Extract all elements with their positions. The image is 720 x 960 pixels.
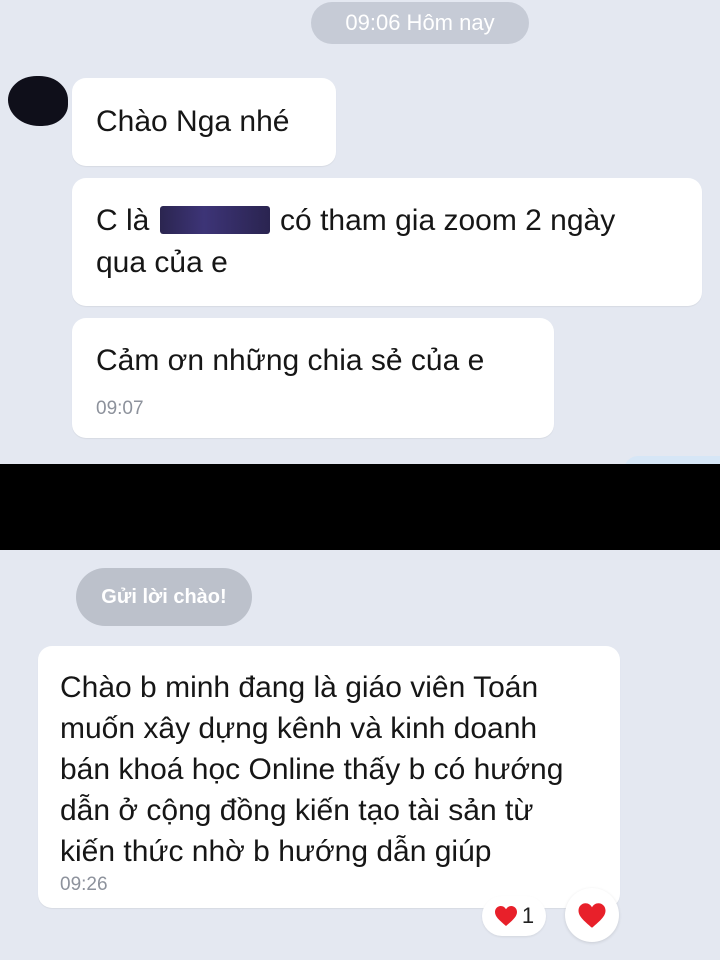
redacted-name — [159, 206, 270, 234]
send-greeting-button[interactable]: Gửi lời chào! — [76, 568, 252, 626]
message-text-part: có tham gia zoom 2 ngày — [280, 204, 616, 237]
message-text: Chào Nga nhé — [96, 105, 290, 138]
message-time: 09:26 — [60, 874, 108, 895]
message-text: C là có tham gia zoom 2 ngày — [96, 201, 615, 241]
message-text: muốn xây dựng kênh và kinh doanh — [60, 712, 538, 745]
heart-icon — [578, 902, 606, 928]
reaction-summary[interactable]: 1 — [482, 896, 546, 936]
message-bubble[interactable]: C là có tham gia zoom 2 ngày qua của e — [72, 178, 702, 306]
message-bubble[interactable]: Chào Nga nhé — [72, 78, 336, 166]
message-text: qua của e — [96, 246, 228, 279]
react-button[interactable] — [565, 888, 619, 942]
message-text: dẫn ở cộng đồng kiến tạo tài sản từ — [60, 794, 534, 827]
message-bubble[interactable]: Chào b minh đang là giáo viên Toán muốn … — [38, 646, 620, 908]
message-time: 09:07 — [96, 398, 144, 419]
redaction-bar — [0, 464, 720, 550]
message-text-part: C là — [96, 204, 150, 237]
reaction-count: 1 — [521, 903, 535, 928]
message-text: bán khoá học Online thấy b có hướng — [60, 753, 564, 786]
sender-avatar[interactable] — [8, 76, 68, 126]
message-text: Chào b minh đang là giáo viên Toán — [60, 671, 539, 704]
message-bubble[interactable]: Cảm ơn những chia sẻ của e 09:07 — [72, 318, 554, 438]
message-text: Cảm ơn những chia sẻ của e — [96, 344, 485, 377]
heart-icon — [494, 906, 517, 926]
message-text: kiến thức nhờ b hướng dẫn giúp — [60, 835, 492, 868]
date-time-separator: 09:06 Hôm nay — [311, 2, 529, 44]
